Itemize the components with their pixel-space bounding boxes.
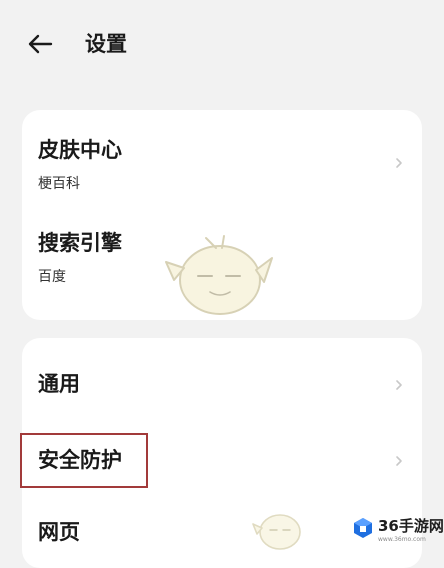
back-button[interactable]: [20, 24, 60, 64]
site-logo-icon: [354, 518, 372, 538]
general-item[interactable]: 通用: [22, 338, 422, 430]
chevron-right-icon: [396, 158, 402, 168]
chevron-right-icon: [396, 380, 402, 390]
chevron-right-icon: [396, 456, 402, 466]
mascot-watermark-icon: [165, 235, 273, 315]
highlight-box: [20, 433, 148, 488]
skin-center-value: 梗百科: [38, 176, 80, 192]
back-arrow-icon: [28, 34, 53, 54]
header-bar: 设置: [0, 0, 444, 92]
skin-center-label: 皮肤中心: [38, 138, 122, 162]
search-engine-value: 百度: [38, 269, 66, 285]
site-watermark: 36手游网 www.36mo.com: [352, 515, 444, 549]
watermark-text: 36手游网: [378, 517, 444, 535]
page-title: 设置: [85, 32, 127, 56]
search-engine-label: 搜索引擎: [38, 231, 122, 255]
watermark-subtext: www.36mo.com: [378, 536, 426, 543]
mascot-small-icon: [252, 514, 301, 550]
skin-center-item[interactable]: 皮肤中心 梗百科: [22, 110, 422, 215]
webpage-label: 网页: [38, 520, 80, 544]
general-label: 通用: [38, 372, 80, 396]
